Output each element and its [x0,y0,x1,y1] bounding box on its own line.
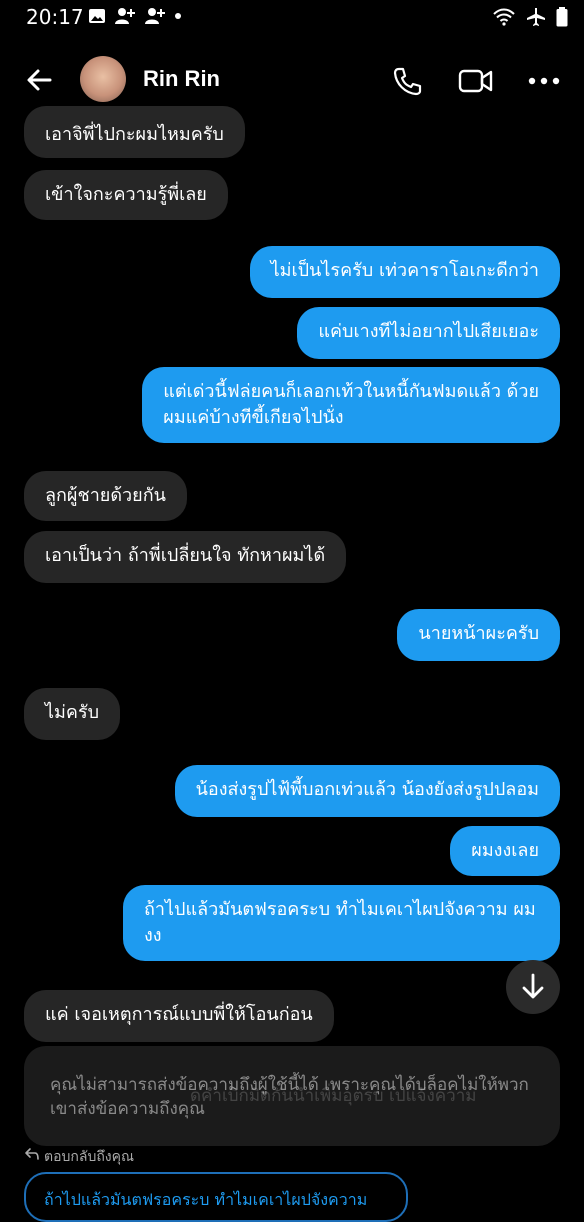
arrow-down-icon [522,973,544,999]
reply-preview[interactable]: ถ้าไปแล้วมันตฟรอคระบ ทำไมเคเาไผปจังความ [24,1172,408,1222]
contact-avatar[interactable] [80,56,126,102]
battery-icon [556,7,568,27]
message-text-line: แต่เด่วนี้ฟล่ยคนก็เลอกเท้วในหนี้กันฟมดแล… [163,381,539,402]
incoming-message[interactable]: เอาจิพี่ไปกะผมไหมครับ [24,106,245,158]
person-add-icon [145,8,165,24]
status-left-icons [88,7,182,25]
outgoing-message[interactable]: แค่บเางทีไม่อยากไปเสียเยอะ [297,307,560,359]
chat-header: Rin Rin [0,48,584,112]
message-text: แค่ เจอเหตุการณ์แบบพี่ให้โอนก่อน [45,1004,313,1025]
outgoing-message[interactable]: ผมงงเลย [450,826,560,876]
outgoing-message[interactable]: แต่เด่วนี้ฟล่ยคนก็เลอกเท้วในหนี้กันฟมดแล… [142,367,560,443]
more-icon [528,77,560,85]
message-text: เอาจิพี่ไปกะผมไหมครับ [45,124,224,145]
reply-preview-text: ถ้าไปแล้วมันตฟรอคระบ ทำไมเคเาไผปจังความ [44,1190,368,1209]
outgoing-message[interactable]: น้องส่งรูปไฟ้พี้บอกเท่วแล้ว น้องยังส่งรู… [174,765,560,817]
status-bar: 20:17 [0,0,584,36]
airplane-icon [527,8,545,26]
outgoing-message[interactable]: นายหน้าผะครับ [397,609,560,661]
status-right-icons [492,7,568,27]
incoming-message[interactable]: ไม่ครับ [24,688,121,740]
message-text: แค่บเางทีไม่อยากไปเสียเยอะ [318,321,539,342]
incoming-message[interactable]: เข้าใจกะความรู้พี่เลย [24,170,228,220]
reply-label: ตอบกลับถึงคุณ [44,1149,134,1165]
outgoing-message[interactable]: ถ้าไปแล้วมันตฟรอคระบ ทำไมเคเาไผปจังความ … [123,885,560,961]
message-text: ผมงงเลย [471,840,539,861]
dot-icon [175,13,181,19]
ghost-overlay-text: ดคำเบิกมิดกันนำเพิ่มอุตรบ เปแจ้งความ [190,1086,477,1106]
message-text: เอาเป็นว่า ถ้าพี่เปลี่ยนใจ ทักหาผมได้ [45,545,326,566]
back-button[interactable] [24,64,56,96]
message-text: นายหน้าผะครับ [418,623,539,644]
incoming-message[interactable]: ลูกผู้ชายด้วยกัน [24,471,187,521]
incoming-message[interactable]: แค่ เจอเหตุการณ์แบบพี่ให้โอนก่อน [24,990,334,1042]
outgoing-message[interactable]: ไม่เป็นไรครับ เท่วคาราโอเกะดีกว่า [249,246,560,298]
incoming-message[interactable]: เอาเป็นว่า ถ้าพี่เปลี่ยนใจ ทักหาผมได้ [24,531,347,583]
message-text-line: งง [144,925,162,946]
video-call-button[interactable] [458,66,494,96]
message-text: ลูกผู้ชายด้วยกัน [45,485,166,506]
video-call-icon [458,69,493,93]
arrow-left-icon [27,69,52,91]
wifi-icon [493,8,515,26]
reply-icon [25,1148,39,1160]
more-options-button[interactable] [526,66,562,96]
image-icon [89,9,105,23]
message-text: เข้าใจกะความรู้พี่เลย [45,184,207,205]
message-text: น้องส่งรูปไฟ้พี้บอกเท่วแล้ว น้องยังส่งรู… [195,779,539,800]
message-text: ไม่เป็นไรครับ เท่วคาราโอเกะดีกว่า [270,260,539,281]
phone-icon [393,67,422,96]
person-add-icon [115,8,135,24]
scroll-to-bottom-button[interactable] [506,960,560,1014]
voice-call-button[interactable] [392,66,422,96]
status-time: 20:17 [26,5,84,29]
message-text-line: ถ้าไปแล้วมันตฟรอคระบ ทำไมเคเาไผปจังความ … [144,899,536,920]
contact-name[interactable]: Rin Rin [143,66,220,92]
message-text-line: ผมแค่บ้างทีขี้เกียจไปนั่ง [163,407,344,428]
message-text: ไม่ครับ [45,702,100,723]
